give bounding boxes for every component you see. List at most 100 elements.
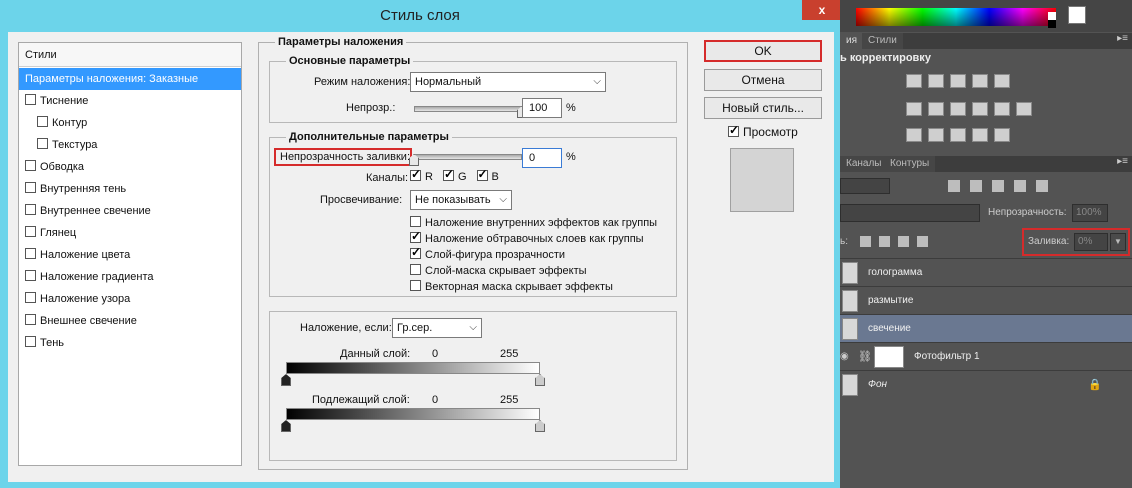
new-style-button[interactable]: Новый стиль... — [704, 97, 822, 119]
layer-opacity-input[interactable]: 100% — [1072, 204, 1108, 222]
lock-all-icon[interactable] — [917, 236, 928, 247]
style-checkbox[interactable] — [25, 226, 36, 237]
ok-button[interactable]: OK — [704, 40, 822, 62]
black-white-icon[interactable] — [950, 102, 966, 116]
style-item[interactable]: Наложение градиента — [19, 266, 241, 288]
gradient-map-icon[interactable] — [994, 128, 1010, 142]
layer-row[interactable]: ◉ ⛓ Фотофильтр 1 — [840, 342, 1132, 370]
photo-filter-icon[interactable] — [972, 102, 988, 116]
vibrance-icon[interactable] — [994, 74, 1010, 88]
style-item[interactable]: Тень — [19, 332, 241, 354]
invert-icon[interactable] — [906, 128, 922, 142]
layer-thumbnail[interactable] — [842, 290, 858, 312]
opacity-input[interactable]: 100 — [522, 98, 562, 118]
channel-r-toggle[interactable]: R — [410, 167, 433, 183]
channel-checkbox[interactable] — [476, 167, 488, 181]
preview-checkbox[interactable] — [728, 123, 739, 137]
style-item[interactable]: Обводка — [19, 156, 241, 178]
blend-mode-select[interactable]: Нормальный ⌵ — [410, 72, 606, 92]
layer-row[interactable]: свечение — [840, 314, 1132, 342]
opacity-slider[interactable] — [414, 106, 522, 112]
layer-blend-mode-select[interactable] — [840, 204, 980, 222]
layer-row[interactable]: голограмма — [840, 258, 1132, 286]
this-layer-black-thumb[interactable] — [281, 374, 291, 386]
panel-menu-icon[interactable]: ▸≡ — [1117, 33, 1128, 44]
selective-color-icon[interactable] — [972, 128, 988, 142]
layer-thumbnail[interactable] — [842, 374, 858, 396]
type-filter-icon[interactable] — [992, 180, 1004, 192]
style-checkbox[interactable] — [25, 270, 36, 281]
color-lookup-icon[interactable] — [1016, 102, 1032, 116]
brightness-icon[interactable] — [906, 74, 922, 88]
advanced-option-checkbox[interactable] — [410, 229, 421, 243]
link-icon[interactable]: ⛓ — [858, 350, 872, 363]
layer-kind-select[interactable] — [840, 178, 890, 194]
channel-checkbox[interactable] — [442, 167, 454, 181]
layer-thumbnail[interactable] — [842, 262, 858, 284]
tab-adjustments[interactable]: ия — [840, 33, 864, 49]
lock-image-icon[interactable] — [879, 236, 890, 247]
panel-menu-icon[interactable]: ▸≡ — [1117, 156, 1128, 167]
style-item[interactable]: Тиснение — [19, 90, 241, 112]
black-swatch[interactable] — [1048, 20, 1056, 28]
layer-row[interactable]: Фон 🔒 — [840, 370, 1132, 398]
style-item[interactable]: Глянец — [19, 222, 241, 244]
shape-filter-icon[interactable] — [1014, 180, 1026, 192]
style-item[interactable]: Внутреннее свечение — [19, 200, 241, 222]
close-button[interactable]: x — [802, 0, 842, 20]
advanced-option-checkbox[interactable] — [410, 216, 421, 227]
curves-icon[interactable] — [950, 74, 966, 88]
advanced-option[interactable]: Наложение обтравочных слоев как группы — [410, 229, 657, 248]
style-item[interactable]: Наложение цвета — [19, 244, 241, 266]
advanced-option[interactable]: Векторная маска скрывает эффекты — [410, 280, 657, 296]
underlying-layer-white-thumb[interactable] — [535, 420, 545, 432]
white-swatch[interactable] — [1048, 12, 1056, 20]
channel-b-toggle[interactable]: B — [476, 167, 499, 183]
style-checkbox[interactable] — [25, 160, 36, 171]
layer-row[interactable]: размытие — [840, 286, 1132, 314]
style-checkbox[interactable] — [25, 248, 36, 259]
style-checkbox[interactable] — [25, 336, 36, 347]
this-layer-white-thumb[interactable] — [535, 374, 545, 386]
channel-g-toggle[interactable]: G — [442, 167, 467, 183]
adjustment-filter-icon[interactable] — [970, 180, 982, 192]
preview-toggle[interactable]: Просмотр — [728, 123, 798, 139]
styles-header[interactable]: Стили — [19, 43, 241, 67]
style-checkbox[interactable] — [25, 292, 36, 303]
layer-thumbnail[interactable] — [842, 318, 858, 340]
fill-opacity-input[interactable]: 0 — [522, 148, 562, 168]
style-checkbox[interactable] — [25, 182, 36, 193]
advanced-option-checkbox[interactable] — [410, 280, 421, 291]
knockout-select[interactable]: Не показывать ⌵ — [410, 190, 512, 210]
cancel-button[interactable]: Отмена — [704, 69, 822, 91]
advanced-option[interactable]: Наложение внутренних эффектов как группы — [410, 216, 657, 232]
style-item[interactable]: Внешнее свечение — [19, 310, 241, 332]
color-balance-icon[interactable] — [928, 102, 944, 116]
style-item[interactable]: Наложение узора — [19, 288, 241, 310]
lock-transparent-icon[interactable] — [860, 236, 871, 247]
color-spectrum[interactable] — [856, 8, 1056, 26]
style-checkbox[interactable] — [25, 204, 36, 215]
levels-icon[interactable] — [928, 74, 944, 88]
tab-styles[interactable]: Стили — [862, 33, 903, 49]
blend-if-select[interactable]: Гр.сер. ⌵ — [392, 318, 482, 338]
style-item[interactable]: Параметры наложения: Заказные — [19, 68, 241, 90]
advanced-option-checkbox[interactable] — [410, 264, 421, 275]
advanced-option[interactable]: Слой-маска скрывает эффекты — [410, 264, 657, 280]
color-swatch-box[interactable] — [1068, 6, 1086, 24]
style-checkbox[interactable] — [37, 116, 48, 127]
pixel-filter-icon[interactable] — [948, 180, 960, 192]
layer-mask-thumbnail[interactable] — [874, 346, 904, 368]
underlying-layer-black-thumb[interactable] — [281, 420, 291, 432]
style-item[interactable]: Контур — [19, 112, 241, 134]
style-item[interactable]: Внутренняя тень — [19, 178, 241, 200]
channel-mixer-icon[interactable] — [994, 102, 1010, 116]
tab-paths[interactable]: Контуры — [884, 156, 936, 172]
lock-position-icon[interactable] — [898, 236, 909, 247]
style-item[interactable]: Текстура — [19, 134, 241, 156]
advanced-option[interactable]: Слой-фигура прозрачности — [410, 245, 657, 264]
style-checkbox[interactable] — [25, 314, 36, 325]
layer-fill-input[interactable]: 0% — [1074, 233, 1108, 251]
style-checkbox[interactable] — [37, 138, 48, 149]
threshold-icon[interactable] — [950, 128, 966, 142]
